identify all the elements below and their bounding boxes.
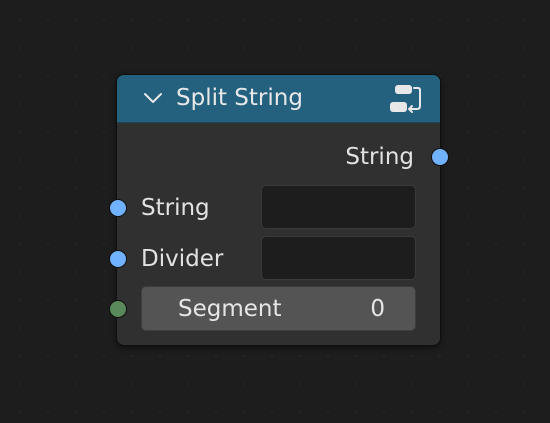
output-label-string: String (345, 144, 414, 170)
segment-value: 0 (370, 296, 385, 322)
input-label-divider: Divider (141, 246, 224, 272)
divider-input-field[interactable] (261, 236, 416, 280)
string-input-field[interactable] (261, 185, 416, 229)
node-group-icon[interactable] (388, 82, 424, 116)
segment-number-field[interactable]: Segment 0 (141, 286, 416, 331)
input-socket-divider[interactable] (109, 250, 127, 268)
split-string-node[interactable]: Split String String String Divider Segme… (109, 74, 449, 346)
output-socket-string[interactable] (431, 148, 449, 166)
input-label-string: String (141, 195, 210, 221)
segment-label: Segment (178, 296, 282, 322)
input-socket-string[interactable] (109, 199, 127, 217)
node-title: Split String (176, 85, 303, 111)
input-socket-segment[interactable] (109, 300, 127, 318)
node-header[interactable]: Split String (117, 75, 440, 123)
chevron-down-icon[interactable] (140, 88, 166, 108)
